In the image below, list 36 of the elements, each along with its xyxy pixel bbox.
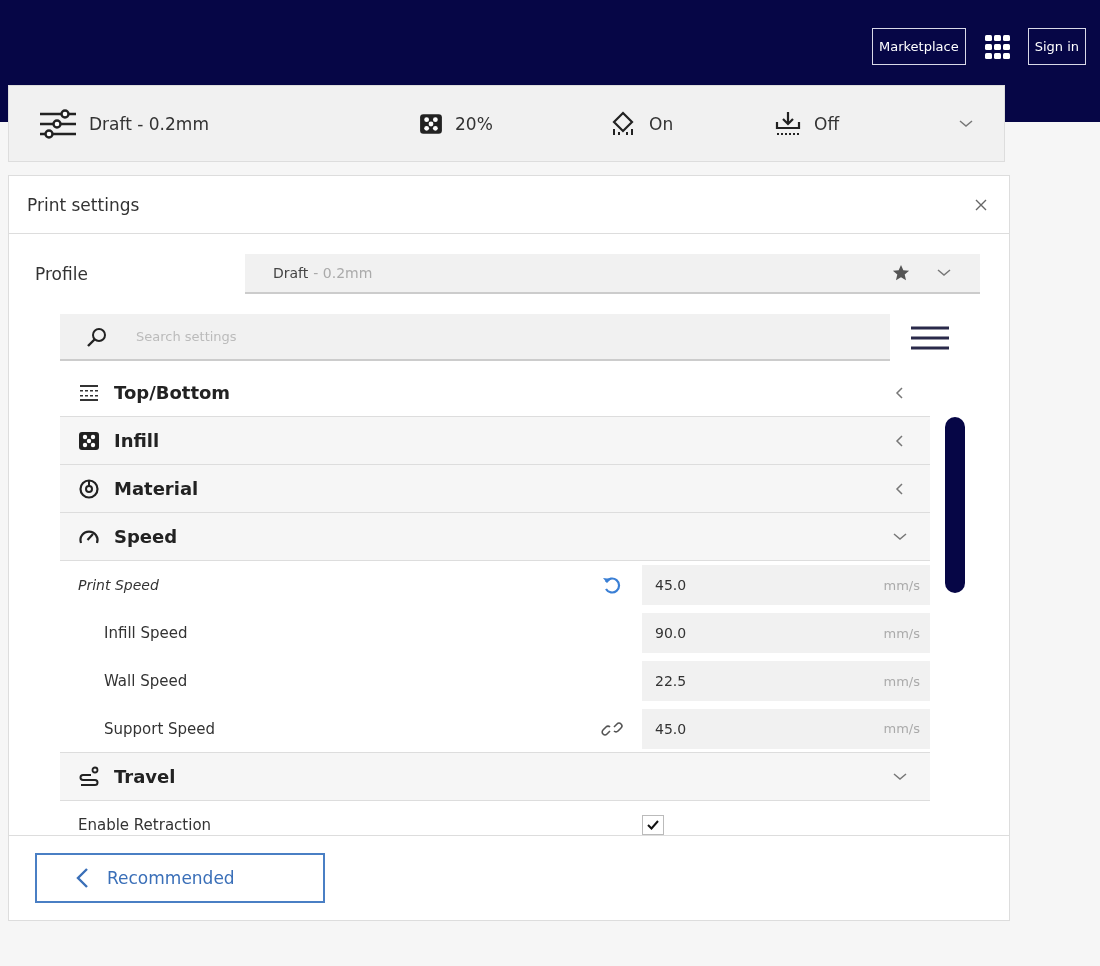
infill-icon [419, 111, 443, 136]
recommended-button[interactable]: Recommended [35, 853, 325, 903]
setting-label: Enable Retraction [78, 816, 213, 834]
sign-in-button[interactable]: Sign in [1027, 28, 1086, 65]
category-header[interactable]: Infill [60, 417, 930, 465]
adhesion-summary: Off [814, 113, 840, 134]
chevron-left-icon [75, 867, 89, 889]
travel-icon [78, 765, 100, 788]
sliders-icon [39, 108, 77, 139]
infill-summary: 20% [455, 113, 493, 134]
panel-title: Print settings [27, 194, 140, 215]
reset-icon[interactable] [601, 574, 623, 596]
profile-dropdown[interactable]: Draft - 0.2mm [245, 254, 980, 294]
category-header[interactable]: Travel [60, 753, 930, 801]
spool-icon [78, 477, 100, 500]
support-summary: On [649, 113, 674, 134]
setting-field[interactable]: 22.5 mm/s [642, 661, 930, 701]
setting-field[interactable]: 90.0 mm/s [642, 613, 930, 653]
close-icon[interactable] [975, 198, 987, 211]
marketplace-button[interactable]: Marketplace [872, 28, 966, 65]
setting-label: Support Speed [104, 719, 217, 738]
category-header[interactable]: Speed [60, 513, 930, 561]
adhesion-icon [774, 110, 802, 137]
setting-label: Wall Speed [104, 672, 189, 690]
checkbox[interactable] [642, 815, 664, 835]
profile-label: Profile [35, 264, 89, 284]
profile-summary: Draft - 0.2mm [89, 113, 209, 134]
setting-field[interactable]: 45.0 mm/s [642, 565, 930, 605]
infill-icon [78, 429, 100, 452]
print-setup-bar[interactable]: Draft - 0.2mm 20% On Off [8, 85, 1005, 162]
category-header[interactable]: Material [60, 465, 930, 513]
check-icon [647, 820, 659, 830]
setting-field[interactable]: 45.0 mm/s [642, 708, 930, 749]
scrollbar-thumb[interactable] [945, 417, 965, 593]
setting-label: Infill Speed [104, 624, 189, 642]
setting-label: Print Speed [78, 577, 160, 593]
